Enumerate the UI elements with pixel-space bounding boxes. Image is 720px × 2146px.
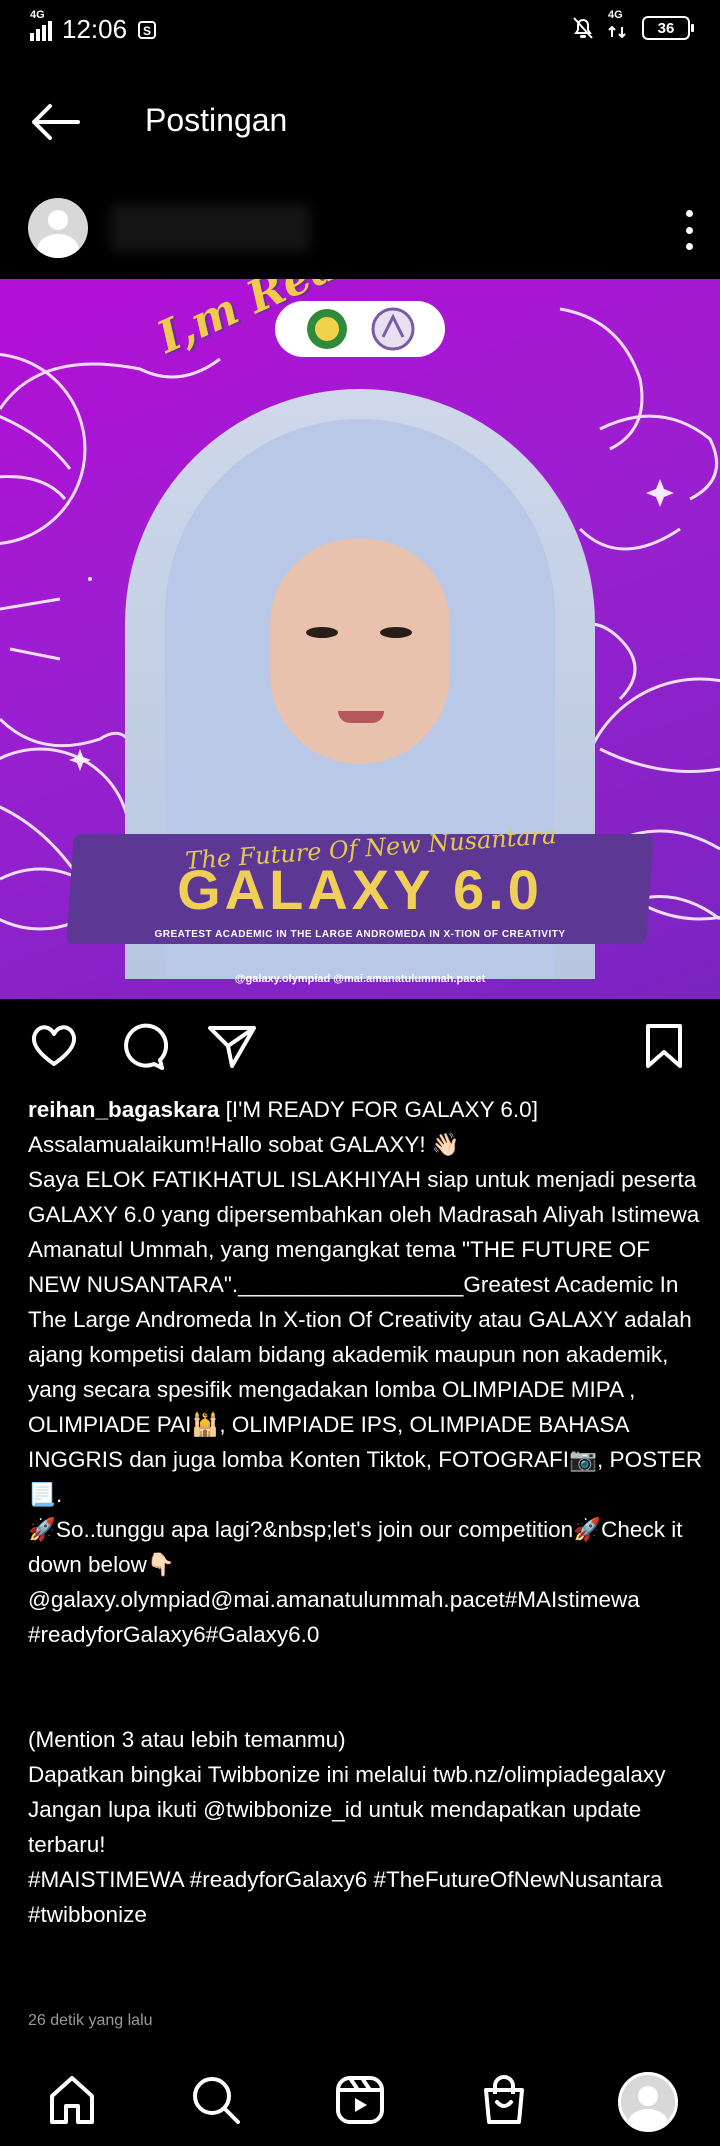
caption-username[interactable]: reihan_bagaskara — [28, 1097, 219, 1122]
post-caption: reihan_bagaskara [I'M READY FOR GALAXY 6… — [28, 1092, 708, 1932]
heart-icon — [31, 1025, 77, 1066]
notification-icon: S — [138, 20, 157, 39]
clock: 12:06 — [62, 14, 128, 44]
nav-shop[interactable] — [476, 2072, 536, 2132]
signal-icon: 4G — [30, 9, 52, 41]
post-image[interactable]: I,m Ready For GALAXY 6.0 The Future Of N… — [0, 279, 720, 999]
school-logos — [275, 301, 445, 357]
more-options-button[interactable] — [684, 210, 694, 250]
save-button[interactable] — [638, 1020, 694, 1076]
svg-text:S: S — [143, 24, 151, 38]
post-header — [0, 190, 720, 266]
share-button[interactable] — [206, 1020, 262, 1076]
reels-icon — [336, 2076, 384, 2124]
nav-home[interactable] — [44, 2072, 104, 2132]
event-title: GALAXY 6.0 — [177, 858, 543, 921]
status-bar: 4G 12:06 S 4G 36 — [0, 0, 720, 64]
page-title: Postingan — [145, 102, 288, 138]
app-bar: Postingan — [0, 80, 720, 162]
nav-search[interactable] — [188, 2072, 248, 2132]
like-button[interactable] — [28, 1020, 84, 1076]
share-icon — [208, 1026, 256, 1068]
event-tagline: GREATEST ACADEMIC IN THE LARGE ANDROMEDA… — [154, 929, 566, 940]
profile-avatar — [628, 2086, 668, 2129]
mute-bell-icon — [573, 17, 593, 39]
post-actions — [0, 1020, 720, 1076]
comment-button[interactable] — [116, 1020, 172, 1076]
caption-text: [I'M READY FOR GALAXY 6.0] Assalamualaik… — [28, 1097, 703, 1927]
bookmark-icon — [646, 1024, 682, 1068]
mobile-data-icon: 4G — [608, 9, 628, 39]
author-name-blurred[interactable] — [110, 204, 310, 252]
nav-reels[interactable] — [332, 2072, 392, 2132]
home-icon — [50, 2076, 94, 2124]
battery-indicator: 36 — [642, 16, 694, 40]
author-avatar[interactable] — [28, 198, 88, 258]
comment-icon — [124, 1023, 169, 1070]
arrow-left-icon — [32, 104, 80, 140]
shop-icon — [484, 2075, 524, 2124]
bottom-navigation — [0, 2066, 720, 2146]
event-handles: @galaxy.olympiad @mai.amanatulummah.pace… — [234, 973, 486, 985]
post-timestamp: 26 detik yang lalu — [28, 2012, 153, 2029]
search-icon — [193, 2077, 240, 2124]
back-button[interactable] — [26, 100, 86, 144]
nav-profile-avatar[interactable] — [618, 2072, 678, 2132]
